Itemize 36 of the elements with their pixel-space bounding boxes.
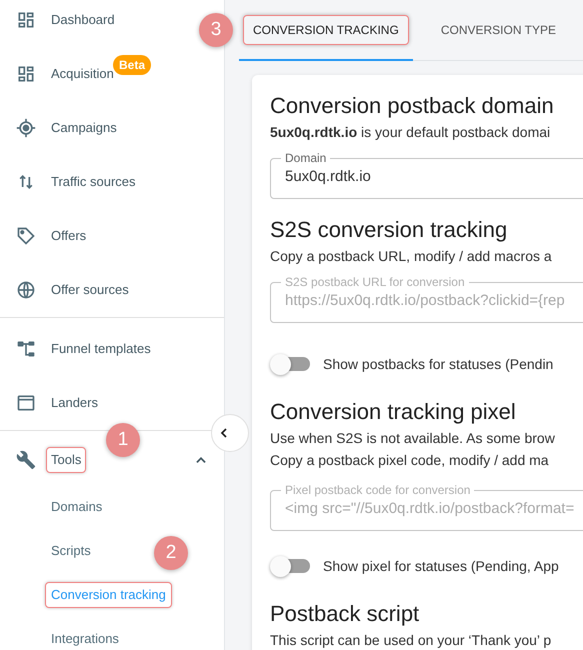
section-heading: S2S conversion tracking bbox=[270, 216, 508, 244]
window-icon bbox=[16, 393, 36, 413]
sidebar-subitem[interactable]: Integrations bbox=[51, 629, 119, 649]
text-input[interactable]: 5ux0q.rdtk.io bbox=[285, 167, 583, 187]
description-text: Copy a postback pixel code, modify / add ma bbox=[270, 451, 550, 470]
section-heading: Postback script bbox=[270, 600, 420, 628]
tag-icon bbox=[16, 226, 36, 246]
toggle-switch[interactable] bbox=[270, 555, 310, 577]
description-text: 5ux0q.rdtk.io is your default postback domai bbox=[270, 123, 552, 142]
hierarchy-icon bbox=[16, 339, 36, 359]
sidebar-item[interactable]: Funnel templates bbox=[0, 322, 155, 376]
description-text: Copy a postback URL, modify / add macros a bbox=[270, 247, 553, 266]
beta-badge: Beta bbox=[113, 55, 152, 75]
sidebar-item[interactable]: Offer sources bbox=[0, 263, 133, 317]
sidebar-item[interactable]: Offers bbox=[0, 209, 90, 263]
section-heading: Conversion postback domain bbox=[270, 92, 555, 120]
description-text: Use when S2S is not available. As some brow bbox=[270, 429, 556, 448]
tab[interactable]: CONVERSION TYPE bbox=[412, 0, 583, 61]
sidebar-subitem[interactable]: Scripts bbox=[51, 541, 91, 561]
tab[interactable]: CONVERSION TRACKING bbox=[239, 0, 413, 61]
toggle-switch[interactable] bbox=[270, 353, 310, 375]
text-field[interactable]: Domain 5ux0q.rdtk.io bbox=[270, 151, 583, 199]
globe-icon bbox=[16, 280, 36, 300]
sidebar-item[interactable]: Landers bbox=[0, 376, 102, 430]
section-heading: Conversion tracking pixel bbox=[270, 398, 517, 426]
sidebar-subitem[interactable]: Domains bbox=[51, 497, 102, 517]
sidebar-item[interactable]: Traffic sources bbox=[0, 155, 140, 209]
description-text: This script can be used on your ‘Thank you’ p bbox=[270, 631, 552, 650]
target-icon bbox=[16, 118, 36, 138]
grid-icon bbox=[16, 10, 36, 30]
grid-icon bbox=[16, 64, 36, 84]
toggle-label: Show pixel for statuses (Pending, App bbox=[323, 556, 559, 576]
toggle-label: Show postbacks for statuses (Pendin bbox=[323, 354, 554, 374]
wrench-icon bbox=[16, 450, 36, 470]
sidebar-item[interactable]: Dashboard bbox=[0, 0, 119, 47]
sidebar-item[interactable]: Campaigns bbox=[0, 101, 121, 155]
